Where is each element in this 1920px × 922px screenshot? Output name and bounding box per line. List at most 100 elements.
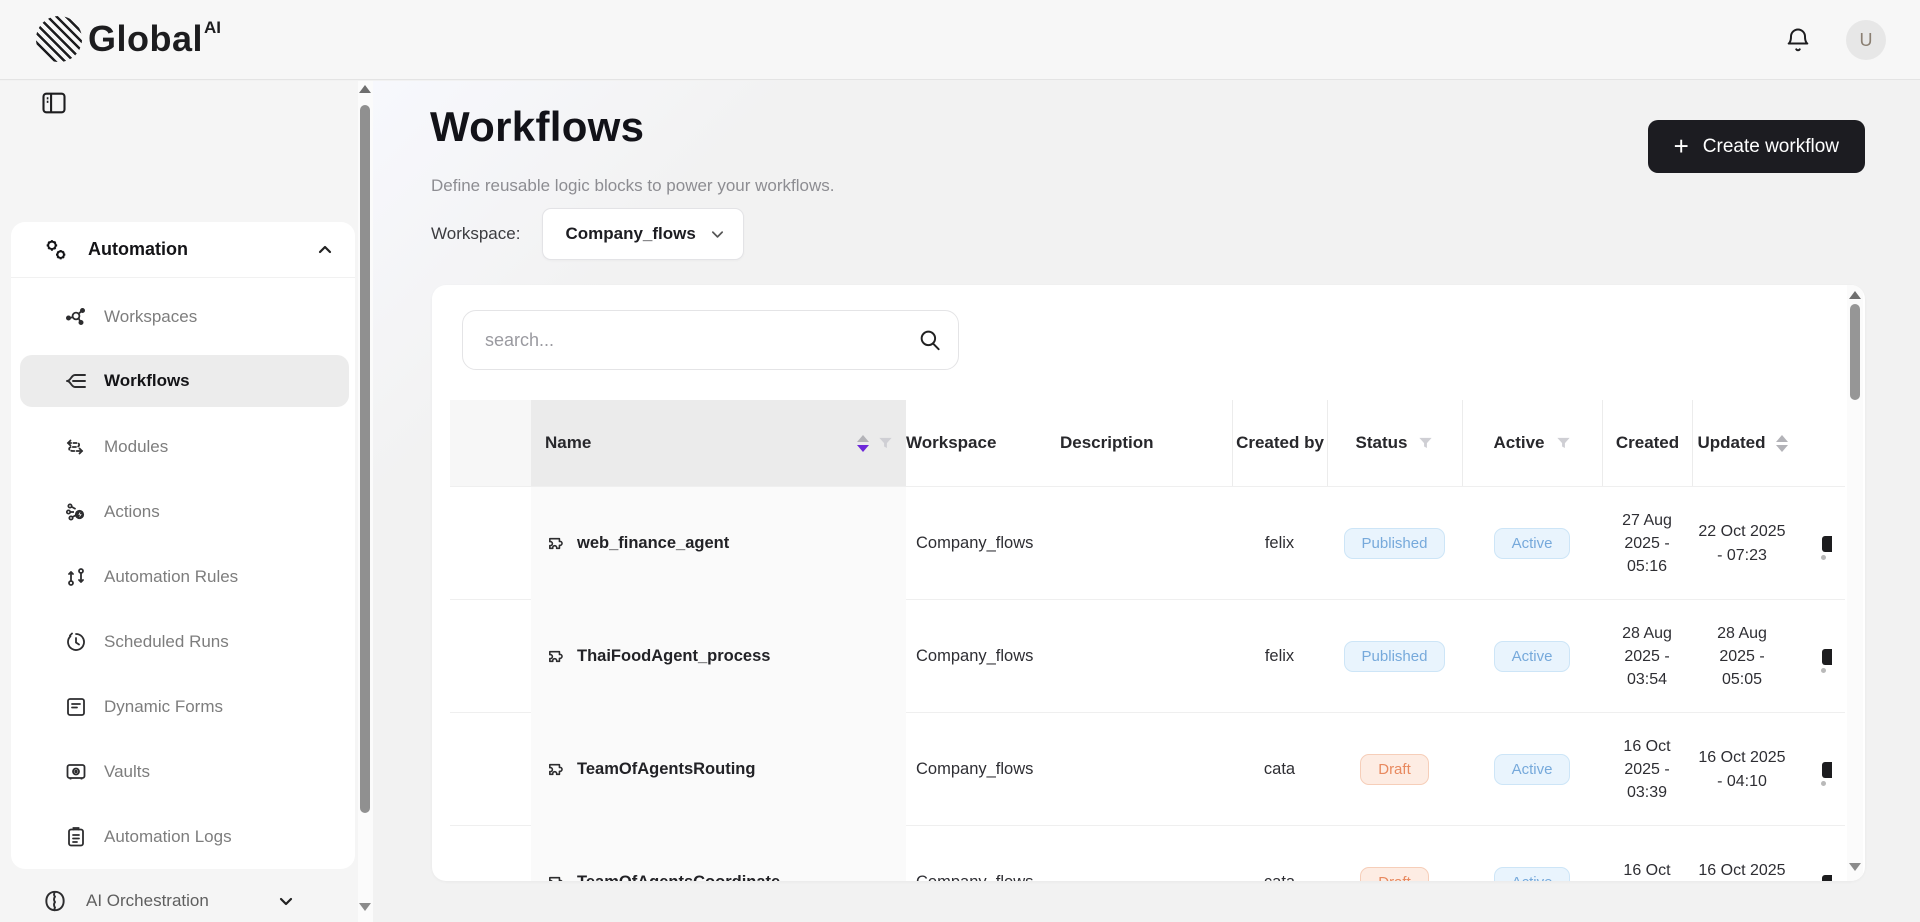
sidebar-item-automation-rules[interactable]: Automation Rules <box>11 544 355 609</box>
vaults-icon <box>64 760 88 784</box>
brand-logo-icon <box>36 16 82 62</box>
scroll-down-arrow[interactable] <box>359 903 371 911</box>
scheduled-runs-icon <box>64 630 88 654</box>
brand-logo[interactable]: Global AI <box>36 16 221 62</box>
actions-icon <box>64 500 88 524</box>
workflow-name-cell[interactable]: ThaiFoodAgent_process <box>531 600 906 713</box>
brand-suffix: AI <box>204 18 221 38</box>
table-header-lead <box>450 400 531 486</box>
table-header-status[interactable]: Status <box>1327 400 1462 486</box>
sidebar-item-ai-orchestration[interactable]: AI Orchestration <box>42 880 342 922</box>
table-header-workspace[interactable]: Workspace <box>906 400 1060 486</box>
sidebar-item-label: Actions <box>104 502 160 522</box>
table-body: web_finance_agent Company_flows felix Pu… <box>450 486 1845 881</box>
sidebar-item-label: Workflows <box>104 371 190 391</box>
active-badge: Active <box>1494 867 1571 881</box>
row-actions-clipped-icon[interactable] <box>1822 762 1832 778</box>
create-workflow-label: Create workflow <box>1703 136 1839 158</box>
sidebar-item-automation-logs[interactable]: Automation Logs <box>11 804 355 869</box>
scroll-up-arrow[interactable] <box>359 85 371 93</box>
sidebar-item-dynamic-forms[interactable]: Dynamic Forms <box>11 674 355 739</box>
table-header-active[interactable]: Active <box>1462 400 1602 486</box>
sidebar-item-automation[interactable]: Automation <box>11 222 355 278</box>
workspace-select[interactable]: Company_flows <box>542 208 743 260</box>
workflow-name-cell[interactable]: web_finance_agent <box>531 487 906 600</box>
table-scrollbar[interactable] <box>1847 285 1863 881</box>
filter-name-icon[interactable] <box>877 435 894 452</box>
chevron-up-icon <box>317 242 333 258</box>
sidebar-item-label: Vaults <box>104 762 150 782</box>
sidebar-toggle-icon[interactable] <box>40 89 68 117</box>
sidebar-item-scheduled-runs[interactable]: Scheduled Runs <box>11 609 355 674</box>
table-row[interactable]: TeamOfAgentsCoordinate Company_flows cat… <box>450 825 1845 881</box>
sidebar-item-workflows[interactable]: Workflows <box>20 355 349 407</box>
plus-icon: + <box>1674 133 1689 159</box>
sidebar-item-workspaces[interactable]: Workspaces <box>11 284 355 349</box>
chevron-down-icon <box>278 893 294 909</box>
table-header-name[interactable]: Name <box>531 400 906 486</box>
row-actions-clipped-icon[interactable] <box>1822 536 1832 552</box>
sidebar-item-label: Dynamic Forms <box>104 697 223 717</box>
avatar-initial: U <box>1860 30 1873 51</box>
workflow-name-cell[interactable]: TeamOfAgentsRouting <box>531 713 906 826</box>
sidebar-item-vaults[interactable]: Vaults <box>11 739 355 804</box>
sidebar-item-label: Automation <box>88 239 188 260</box>
sidebar-item-label: Modules <box>104 437 168 457</box>
table-header-created[interactable]: Created <box>1602 400 1692 486</box>
table-header-actions <box>1792 400 1845 486</box>
sidebar-item-label: AI Orchestration <box>86 891 209 911</box>
status-badge: Draft <box>1360 754 1429 785</box>
workspaces-icon <box>64 305 88 329</box>
sidebar-item-modules[interactable]: Modules <box>11 414 355 479</box>
automation-logs-icon <box>64 825 88 849</box>
workspace-label: Workspace: <box>431 224 520 244</box>
active-badge: Active <box>1494 528 1571 559</box>
search-icon[interactable] <box>917 327 943 353</box>
main-content: Workflows Define reusable logic blocks t… <box>373 81 1920 922</box>
scroll-down-arrow[interactable] <box>1849 863 1861 871</box>
filter-status-icon[interactable] <box>1417 435 1434 452</box>
notifications-bell-icon[interactable] <box>1784 26 1812 54</box>
workflow-name-cell[interactable]: TeamOfAgentsCoordinate <box>531 826 906 881</box>
table-row[interactable]: ThaiFoodAgent_process Company_flows feli… <box>450 599 1845 712</box>
scrollbar-thumb[interactable] <box>360 105 370 813</box>
page-title: Workflows <box>430 103 644 151</box>
table-header-row: Name Workspace Description Created by St… <box>450 400 1845 486</box>
dynamic-forms-icon <box>64 695 88 719</box>
workflow-puzzle-icon <box>545 872 566 881</box>
sidebar-item-actions[interactable]: Actions <box>11 479 355 544</box>
table-row[interactable]: TeamOfAgentsRouting Company_flows cata D… <box>450 712 1845 825</box>
table-header-updated[interactable]: Updated <box>1692 400 1792 486</box>
active-badge: Active <box>1494 754 1571 785</box>
automation-icon <box>42 236 70 264</box>
sidebar-scrollbar[interactable] <box>358 81 373 922</box>
table-header-description[interactable]: Description <box>1060 400 1232 486</box>
active-badge: Active <box>1494 641 1571 672</box>
search-input[interactable] <box>462 310 959 370</box>
sidebar-item-label: Scheduled Runs <box>104 632 229 652</box>
modules-icon <box>64 435 88 459</box>
row-actions-clipped-icon[interactable] <box>1822 649 1832 665</box>
workflow-puzzle-icon <box>545 533 566 554</box>
table-row[interactable]: web_finance_agent Company_flows felix Pu… <box>450 486 1845 599</box>
filter-active-icon[interactable] <box>1555 435 1572 452</box>
row-actions-clipped-icon[interactable] <box>1822 875 1832 882</box>
workspace-selected-value: Company_flows <box>565 224 695 244</box>
top-bar: Global AI U <box>0 0 1920 80</box>
sidebar-item-label: Automation Rules <box>104 567 238 587</box>
status-badge: Published <box>1344 528 1446 559</box>
table-header-created-by[interactable]: Created by <box>1232 400 1327 486</box>
automation-rules-icon <box>64 565 88 589</box>
status-badge: Draft <box>1360 867 1429 881</box>
scrollbar-thumb[interactable] <box>1850 304 1860 400</box>
sidebar-item-label: Automation Logs <box>104 827 232 847</box>
status-badge: Published <box>1344 641 1446 672</box>
chevron-down-icon <box>710 227 725 242</box>
user-avatar[interactable]: U <box>1846 20 1886 60</box>
scroll-up-arrow[interactable] <box>1849 291 1861 299</box>
create-workflow-button[interactable]: + Create workflow <box>1648 120 1865 173</box>
sort-updated-icon[interactable] <box>1776 435 1788 452</box>
sort-name-icon[interactable] <box>857 435 869 452</box>
workflow-puzzle-icon <box>545 759 566 780</box>
sidebar: Insights Automation <box>0 81 373 922</box>
